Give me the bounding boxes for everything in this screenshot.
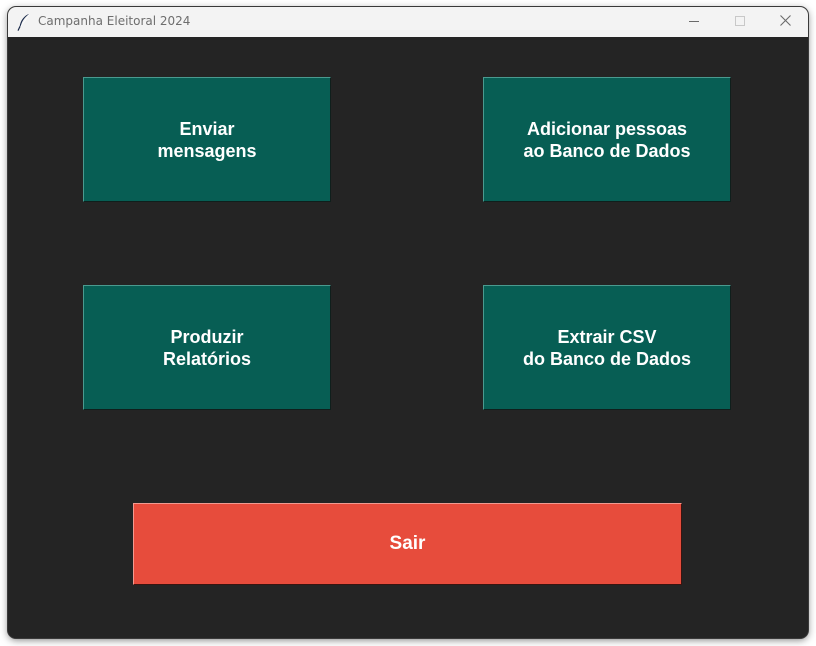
send-messages-button[interactable]: Enviar mensagens bbox=[83, 77, 331, 202]
maximize-button[interactable] bbox=[717, 7, 763, 37]
title-bar[interactable]: Campanha Eleitoral 2024 bbox=[8, 7, 808, 38]
feather-icon bbox=[17, 13, 31, 31]
window-title: Campanha Eleitoral 2024 bbox=[38, 14, 191, 28]
main-panel: Enviar mensagens Adicionar pessoas ao Ba… bbox=[8, 37, 808, 638]
minimize-icon bbox=[689, 13, 699, 31]
export-csv-button[interactable]: Extrair CSV do Banco de Dados bbox=[483, 285, 731, 410]
minimize-button[interactable] bbox=[671, 7, 717, 37]
app-window: Campanha Eleitoral 2024 Enviar mensagens… bbox=[8, 7, 808, 638]
close-icon bbox=[779, 13, 791, 31]
produce-reports-button[interactable]: Produzir Relatórios bbox=[83, 285, 331, 410]
maximize-icon bbox=[735, 13, 745, 31]
close-button[interactable] bbox=[762, 7, 808, 37]
add-people-button[interactable]: Adicionar pessoas ao Banco de Dados bbox=[483, 77, 731, 202]
exit-button[interactable]: Sair bbox=[133, 503, 682, 585]
